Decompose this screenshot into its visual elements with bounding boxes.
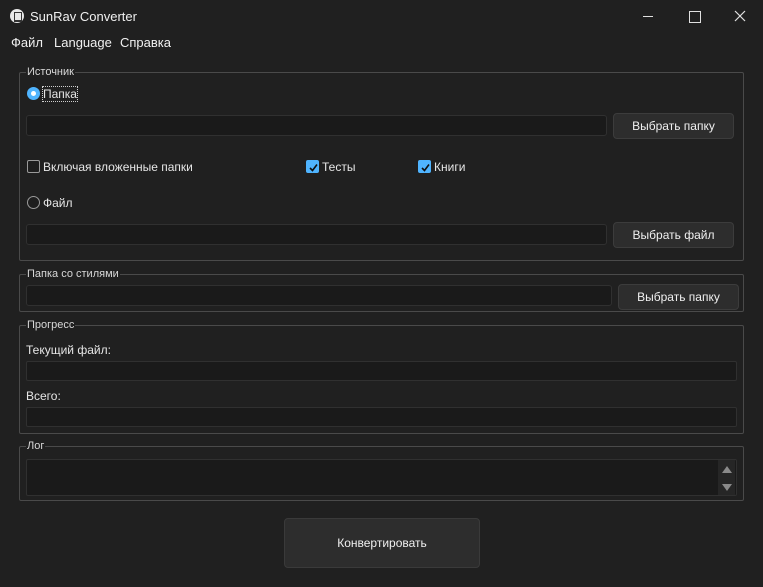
file-path-input[interactable] xyxy=(26,224,607,245)
log-textarea[interactable] xyxy=(26,459,737,496)
scroll-up-icon[interactable] xyxy=(722,466,732,473)
tests-checkbox[interactable] xyxy=(306,160,319,173)
scroll-down-icon[interactable] xyxy=(722,484,732,491)
include-subfolders-checkbox[interactable] xyxy=(27,160,40,173)
current-file-progress xyxy=(26,361,737,381)
menu-file[interactable]: Файл xyxy=(11,35,43,50)
styles-group-title: Папка со стилями xyxy=(26,268,120,280)
progress-group-title: Прогресс xyxy=(26,319,76,331)
menu-help[interactable]: Справка xyxy=(120,35,171,50)
books-checkbox[interactable] xyxy=(418,160,431,173)
styles-path-input[interactable] xyxy=(26,285,612,306)
window-title: SunRav Converter xyxy=(30,9,137,24)
folder-radio[interactable] xyxy=(27,87,40,100)
check-icon xyxy=(309,164,318,172)
file-radio[interactable] xyxy=(27,196,40,209)
browse-styles-button[interactable]: Выбрать папку xyxy=(618,284,739,310)
close-button[interactable] xyxy=(717,0,763,33)
convert-button[interactable]: Конвертировать xyxy=(284,518,480,568)
close-icon xyxy=(734,10,746,22)
tests-label: Тесты xyxy=(322,160,356,174)
menu-language[interactable]: Language xyxy=(54,35,112,50)
source-group-title: Источник xyxy=(26,66,75,78)
browse-folder-button[interactable]: Выбрать папку xyxy=(613,113,734,139)
title-bar: SunRav Converter xyxy=(0,0,763,33)
minimize-button[interactable] xyxy=(625,0,671,33)
books-label: Книги xyxy=(434,160,466,174)
total-label: Всего: xyxy=(26,389,61,403)
total-progress xyxy=(26,407,737,427)
menu-bar: Файл Language Справка xyxy=(0,33,763,53)
folder-path-input[interactable] xyxy=(26,115,607,136)
folder-radio-label[interactable]: Папка xyxy=(42,86,78,102)
maximize-button[interactable] xyxy=(671,0,717,33)
file-radio-label: Файл xyxy=(43,196,73,210)
browse-file-button[interactable]: Выбрать файл xyxy=(613,222,734,248)
check-icon xyxy=(421,164,430,172)
include-subfolders-label: Включая вложенные папки xyxy=(43,160,193,174)
current-file-label: Текущий файл: xyxy=(26,343,111,357)
app-icon xyxy=(10,9,24,23)
log-scrollbar[interactable] xyxy=(718,460,735,495)
log-group-title: Лог xyxy=(26,440,46,452)
